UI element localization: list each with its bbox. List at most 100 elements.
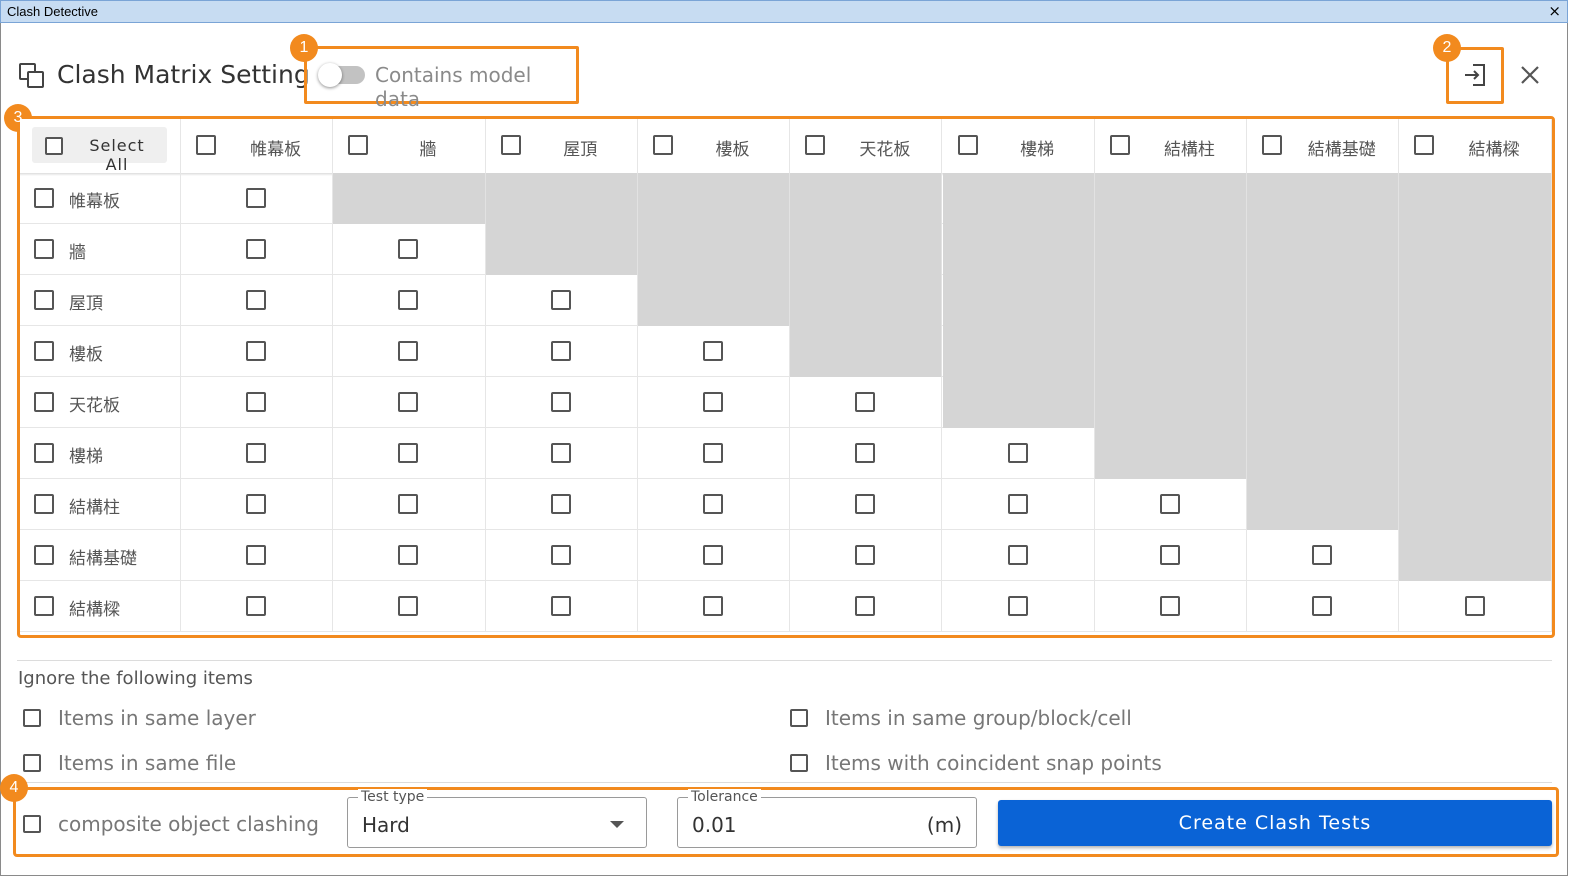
- column-select-checkbox[interactable]: [500, 135, 521, 155]
- clash-pair-checkbox[interactable]: [246, 341, 267, 361]
- clash-pair-checkbox[interactable]: [398, 392, 419, 412]
- clash-pair-checkbox[interactable]: [703, 392, 724, 412]
- page-title: Clash Matrix Setting: [57, 60, 310, 89]
- row-select-checkbox[interactable]: [34, 239, 54, 259]
- tolerance-value[interactable]: 0.01: [692, 813, 737, 837]
- clash-pair-checkbox[interactable]: [398, 290, 419, 310]
- clash-pair-checkbox[interactable]: [246, 188, 267, 208]
- clash-pair-checkbox[interactable]: [855, 443, 876, 463]
- row-select-checkbox[interactable]: [34, 443, 54, 463]
- matrix-cell-disabled: [1094, 377, 1248, 428]
- clash-pair-checkbox[interactable]: [550, 596, 571, 616]
- clash-pair-checkbox[interactable]: [1159, 494, 1180, 514]
- clash-pair-checkbox[interactable]: [398, 545, 419, 565]
- matrix-cell-disabled: [790, 173, 943, 224]
- row-header-label: 牆: [69, 243, 86, 263]
- matrix-cell: [790, 581, 943, 632]
- clash-pair-checkbox[interactable]: [1007, 494, 1028, 514]
- clash-pair-checkbox[interactable]: [246, 545, 267, 565]
- clash-pair-checkbox[interactable]: [1007, 545, 1028, 565]
- clash-pair-checkbox[interactable]: [550, 341, 571, 361]
- column-select-checkbox[interactable]: [1109, 135, 1130, 155]
- clash-pair-checkbox[interactable]: [703, 596, 724, 616]
- ignore-same-file-checkbox[interactable]: [23, 754, 41, 772]
- clash-pair-checkbox[interactable]: [1007, 596, 1028, 616]
- clash-pair-checkbox[interactable]: [1464, 596, 1485, 616]
- clash-pair-checkbox[interactable]: [246, 392, 267, 412]
- clash-pair-checkbox[interactable]: [855, 596, 876, 616]
- clash-pair-checkbox[interactable]: [398, 596, 419, 616]
- clash-pair-checkbox[interactable]: [398, 341, 419, 361]
- matrix-cell: [181, 275, 334, 326]
- matrix-row-8: 結構樑: [20, 581, 1552, 632]
- clash-pair-checkbox[interactable]: [550, 494, 571, 514]
- clash-pair-checkbox[interactable]: [246, 443, 267, 463]
- clash-pair-checkbox[interactable]: [398, 494, 419, 514]
- matrix-cell-disabled: [1247, 428, 1400, 479]
- ignore-same-group-checkbox[interactable]: [790, 709, 808, 727]
- tolerance-input[interactable]: Tolerance 0.01 (m): [677, 789, 977, 848]
- clash-pair-checkbox[interactable]: [246, 494, 267, 514]
- row-select-checkbox[interactable]: [34, 392, 54, 412]
- matrix-cell: [1095, 581, 1248, 632]
- matrix-cell: [638, 377, 791, 428]
- clash-pair-checkbox[interactable]: [1312, 545, 1333, 565]
- clash-pair-checkbox[interactable]: [703, 545, 724, 565]
- matrix-cell: [943, 530, 1095, 581]
- create-clash-tests-button[interactable]: Create Clash Tests: [998, 800, 1552, 846]
- test-type-select[interactable]: Test type Hard: [347, 789, 647, 848]
- column-select-checkbox[interactable]: [652, 135, 673, 155]
- clash-pair-checkbox[interactable]: [1159, 596, 1180, 616]
- row-select-checkbox[interactable]: [34, 596, 54, 616]
- clash-pair-checkbox[interactable]: [550, 392, 571, 412]
- window-close-icon[interactable]: ×: [1548, 2, 1561, 20]
- contains-model-data-toggle[interactable]: [318, 63, 365, 87]
- matrix-cell: [1095, 479, 1248, 530]
- column-select-checkbox[interactable]: [957, 135, 978, 155]
- column-select-checkbox[interactable]: [348, 135, 369, 155]
- column-select-checkbox[interactable]: [1262, 135, 1283, 155]
- clash-pair-checkbox[interactable]: [550, 443, 571, 463]
- ignore-same-layer-checkbox[interactable]: [23, 709, 41, 727]
- row-select-checkbox[interactable]: [34, 290, 54, 310]
- column-select-checkbox[interactable]: [805, 135, 826, 155]
- matrix-row-2: 屋頂: [20, 275, 1552, 326]
- clash-pair-checkbox[interactable]: [855, 545, 876, 565]
- row-select-checkbox[interactable]: [34, 188, 54, 208]
- matrix-cell-disabled: [333, 173, 486, 224]
- chevron-down-icon[interactable]: [610, 821, 624, 828]
- clash-pair-checkbox[interactable]: [1007, 443, 1028, 463]
- row-select-checkbox[interactable]: [34, 545, 54, 565]
- clash-pair-checkbox[interactable]: [246, 290, 267, 310]
- composite-clashing-checkbox[interactable]: [23, 815, 41, 833]
- clash-pair-checkbox[interactable]: [550, 290, 571, 310]
- clash-pair-checkbox[interactable]: [398, 239, 419, 259]
- clash-pair-checkbox[interactable]: [703, 443, 724, 463]
- clash-pair-checkbox[interactable]: [398, 443, 419, 463]
- matrix-row-6: 結構柱: [20, 479, 1552, 530]
- column-select-checkbox[interactable]: [196, 135, 216, 155]
- row-select-checkbox[interactable]: [34, 494, 54, 514]
- clash-pair-checkbox[interactable]: [855, 494, 876, 514]
- clash-pair-checkbox[interactable]: [703, 341, 724, 361]
- clash-pair-checkbox[interactable]: [703, 494, 724, 514]
- select-all-button[interactable]: Select All: [32, 127, 167, 174]
- select-all-checkbox[interactable]: [45, 137, 63, 155]
- clash-pair-checkbox[interactable]: [246, 239, 267, 259]
- clash-pair-checkbox[interactable]: [1159, 545, 1180, 565]
- section-divider-bottom: [17, 782, 1552, 783]
- matrix-cell: [486, 530, 638, 581]
- clash-pair-checkbox[interactable]: [1312, 596, 1333, 616]
- column-select-checkbox[interactable]: [1414, 135, 1435, 155]
- matrix-cell: [486, 377, 638, 428]
- row-select-checkbox[interactable]: [34, 341, 54, 361]
- matrix-cell-disabled: [1247, 224, 1400, 275]
- close-icon[interactable]: [1517, 62, 1543, 88]
- tolerance-label: Tolerance: [688, 789, 761, 805]
- clash-pair-checkbox[interactable]: [550, 545, 571, 565]
- ignore-snap-points-checkbox[interactable]: [790, 754, 808, 772]
- clash-pair-checkbox[interactable]: [246, 596, 267, 616]
- row-header: 結構柱: [20, 479, 181, 530]
- clash-pair-checkbox[interactable]: [855, 392, 876, 412]
- row-header-label: 天花板: [69, 396, 120, 416]
